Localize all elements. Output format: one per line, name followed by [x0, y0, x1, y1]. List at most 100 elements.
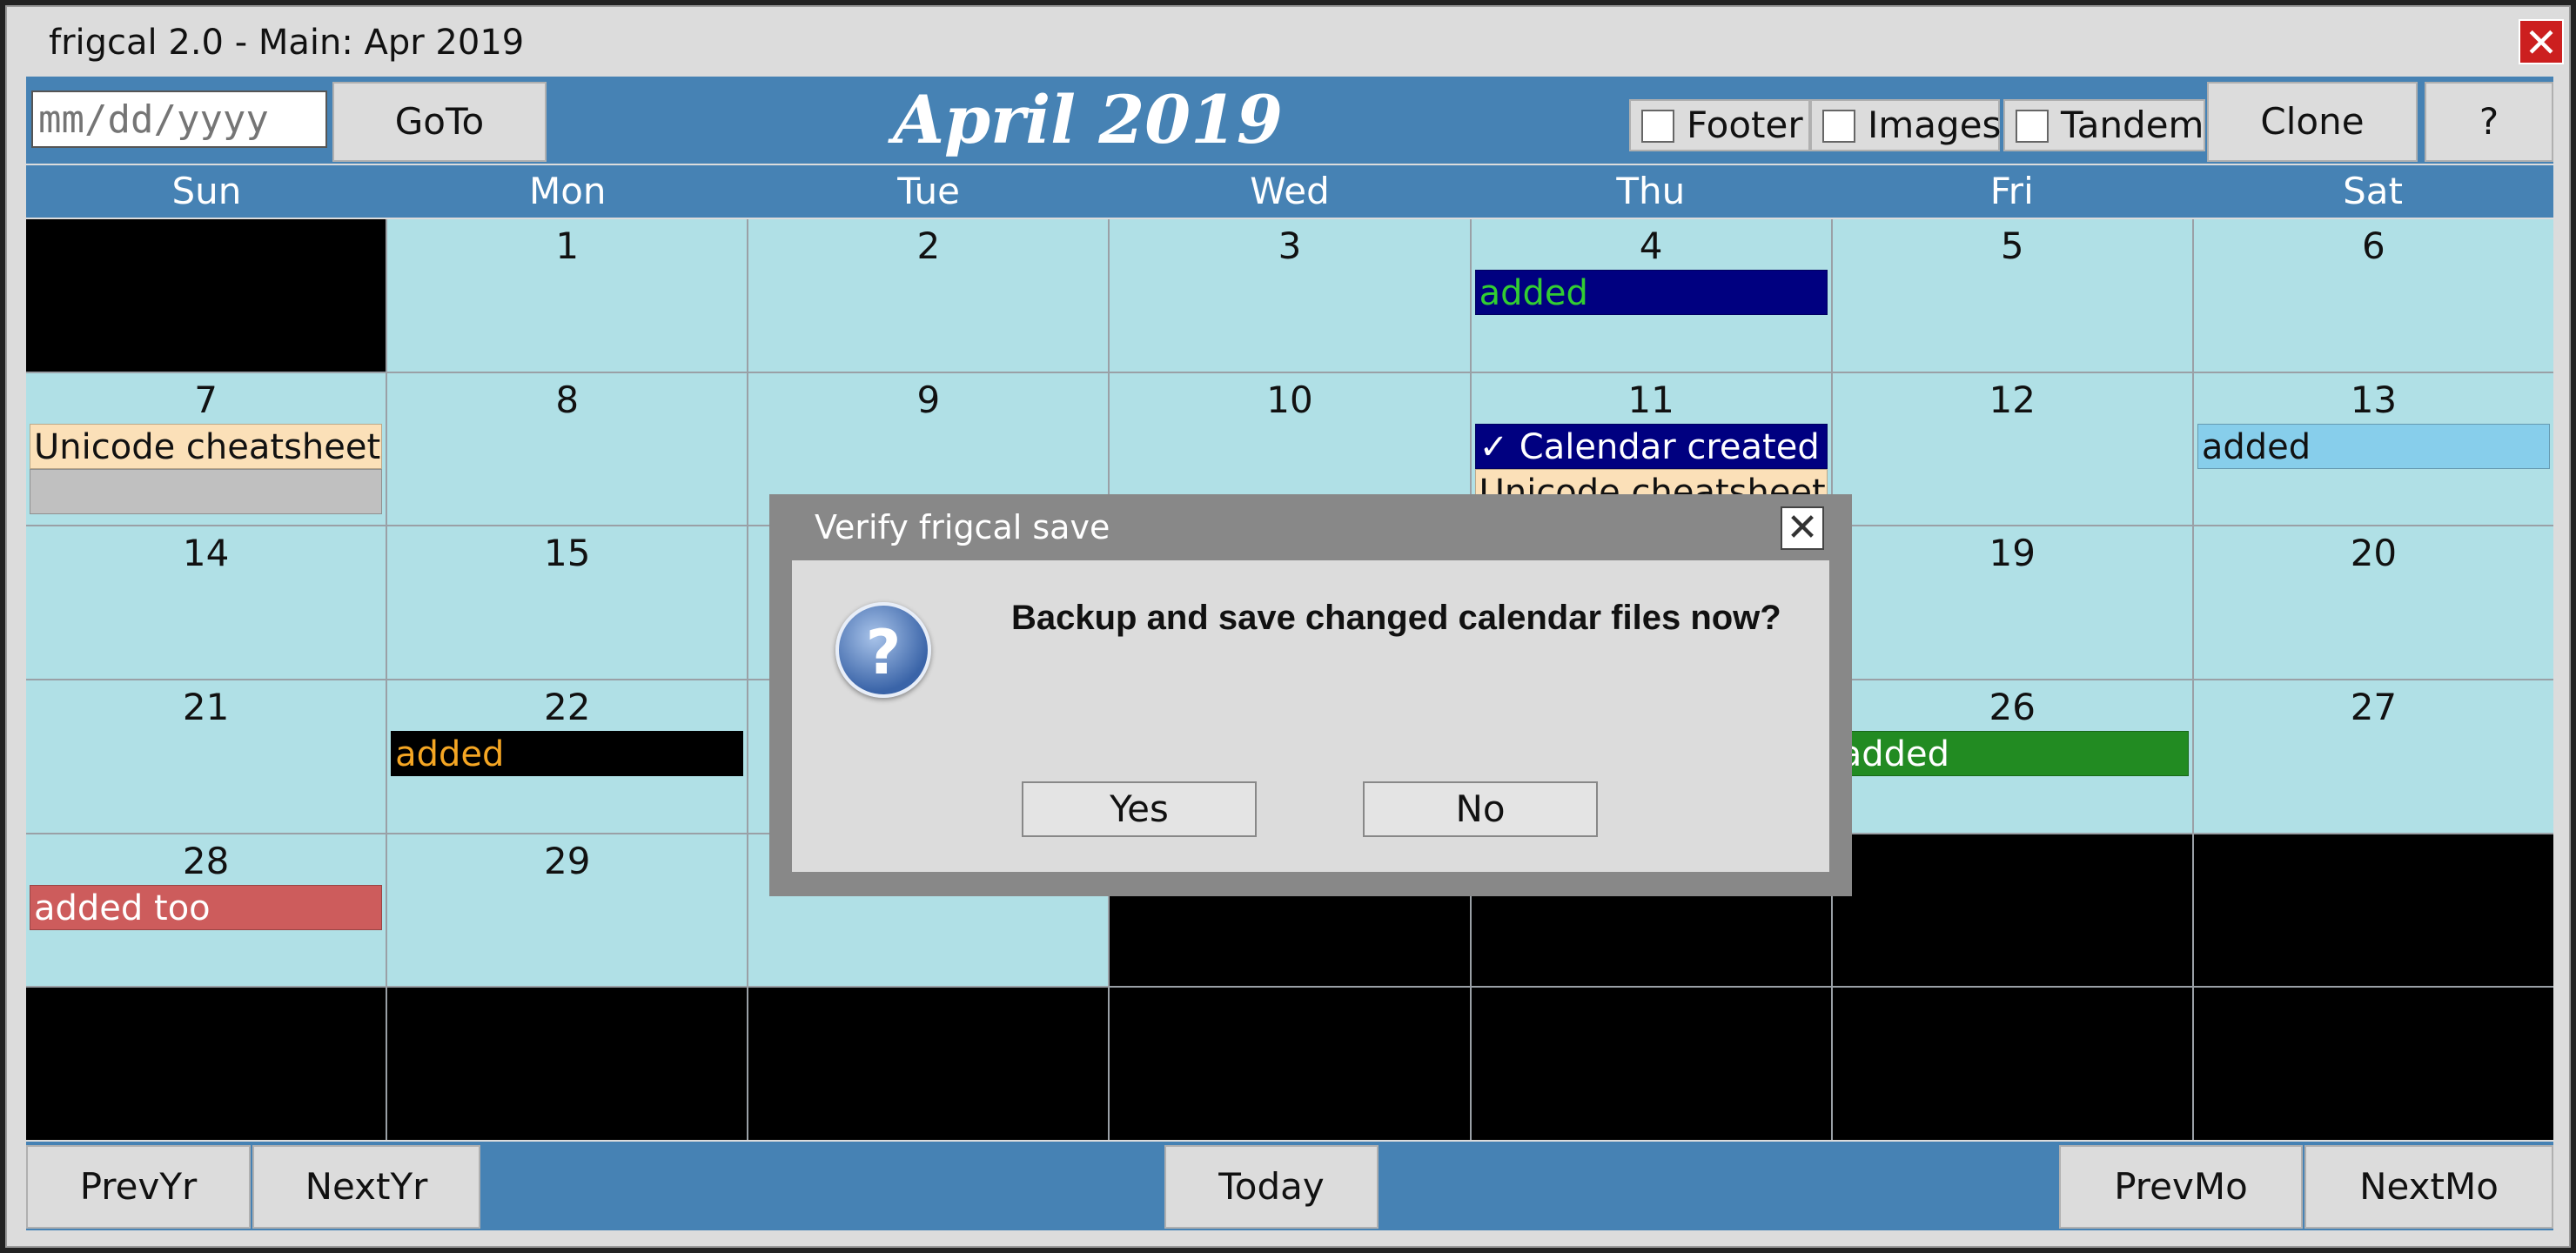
- footer-bar: PrevYr NextYr Today PrevMo NextMo: [26, 1142, 2553, 1230]
- day-number: 8: [555, 378, 580, 421]
- weekday-label: Thu: [1616, 170, 1686, 212]
- day-number: 10: [1266, 378, 1313, 421]
- dialog-title: Verify frigcal save: [815, 508, 1110, 546]
- calendar-event[interactable]: [30, 468, 383, 514]
- day-cell[interactable]: 2: [748, 219, 1109, 372]
- no-button[interactable]: No: [1363, 781, 1598, 837]
- calendar-event[interactable]: Unicode cheatsheet: [30, 423, 383, 469]
- day-cell[interactable]: 6: [2193, 219, 2553, 372]
- images-checkbox[interactable]: Images: [1810, 99, 2002, 151]
- empty-day-cell: [748, 988, 1109, 1140]
- empty-day-cell: [26, 219, 386, 372]
- month-title: April 2019: [893, 81, 1283, 158]
- day-number: 20: [2350, 532, 2398, 575]
- next-month-button[interactable]: NextMo: [2304, 1145, 2553, 1229]
- weekday-label: Fri: [1989, 170, 2034, 212]
- day-number: 14: [182, 532, 230, 575]
- calendar-event[interactable]: added: [391, 731, 744, 776]
- day-number: 22: [543, 686, 591, 728]
- weekday-label: Sat: [2343, 170, 2404, 212]
- day-cell[interactable]: 5: [1832, 219, 2192, 372]
- day-number: 15: [543, 532, 591, 575]
- tandem-checkbox-label: Tandem: [2061, 104, 2204, 146]
- day-cell[interactable]: 20: [2193, 526, 2553, 679]
- day-cell[interactable]: 15: [387, 526, 748, 679]
- footer-checkbox[interactable]: Footer: [1629, 99, 1810, 151]
- day-number: 26: [1989, 686, 2036, 728]
- day-number: 27: [2350, 686, 2398, 728]
- empty-day-cell: [2193, 988, 2553, 1140]
- title-bar: frigcal 2.0 - Main: Apr 2019 ✕: [7, 7, 2569, 77]
- weekday-label: Wed: [1250, 170, 1330, 212]
- day-number: 13: [2350, 378, 2398, 421]
- no-button-label: No: [1455, 787, 1506, 830]
- day-cell[interactable]: 14: [26, 526, 386, 679]
- window-close-button[interactable]: ✕: [2519, 19, 2564, 64]
- prev-month-button[interactable]: PrevMo: [2059, 1145, 2303, 1229]
- calendar-event[interactable]: added: [1835, 731, 2189, 776]
- clone-button[interactable]: Clone: [2207, 82, 2418, 162]
- help-button[interactable]: ?: [2425, 82, 2553, 162]
- prev-year-button[interactable]: PrevYr: [26, 1145, 251, 1229]
- day-number: 29: [543, 839, 591, 882]
- empty-day-cell: [387, 988, 748, 1140]
- day-cell[interactable]: 26 added: [1832, 680, 2192, 833]
- day-number: 2: [916, 224, 941, 267]
- calendar-event[interactable]: ✓ Calendar created: [1474, 423, 1828, 469]
- day-cell[interactable]: 28 added too: [26, 834, 386, 987]
- day-cell[interactable]: 22 added: [387, 680, 748, 833]
- calendar-event[interactable]: added: [2197, 423, 2550, 469]
- weekday-label: Sun: [171, 170, 242, 212]
- date-input[interactable]: [31, 90, 327, 148]
- weekday-label: Mon: [529, 170, 607, 212]
- checkbox-icon: [1822, 110, 1855, 143]
- calendar-event[interactable]: added too: [30, 884, 383, 930]
- day-cell[interactable]: 29: [387, 834, 748, 987]
- dialog-body: ? Backup and save changed calendar files…: [792, 560, 1829, 872]
- empty-day-cell: [1110, 988, 1470, 1140]
- day-number: 1: [555, 224, 580, 267]
- day-number: 21: [182, 686, 230, 728]
- yes-button[interactable]: Yes: [1022, 781, 1257, 837]
- empty-day-cell: [1832, 988, 2192, 1140]
- day-cell[interactable]: 7 Unicode cheatsheet: [26, 372, 386, 526]
- day-number: 9: [916, 378, 941, 421]
- images-checkbox-label: Images: [1868, 104, 2002, 146]
- next-year-button[interactable]: NextYr: [252, 1145, 480, 1229]
- checkbox-icon: [1641, 110, 1674, 143]
- yes-button-label: Yes: [1110, 787, 1169, 830]
- day-number: 3: [1278, 224, 1302, 267]
- empty-day-cell: [1471, 988, 1831, 1140]
- day-number: 7: [194, 378, 218, 421]
- dialog-message: Backup and save changed calendar files n…: [1011, 599, 1781, 637]
- day-number: 19: [1989, 532, 2036, 575]
- day-cell[interactable]: 21: [26, 680, 386, 833]
- day-cell[interactable]: 8: [387, 372, 748, 526]
- day-cell[interactable]: 4 added: [1471, 219, 1831, 372]
- day-number: 12: [1989, 378, 2036, 421]
- day-number: 5: [2000, 224, 2024, 267]
- day-cell[interactable]: 1: [387, 219, 748, 372]
- save-dialog: Verify frigcal save ✕ ? Backup and save …: [769, 494, 1852, 896]
- day-cell[interactable]: 19: [1832, 526, 2192, 679]
- question-icon: ?: [835, 602, 931, 698]
- footer-checkbox-label: Footer: [1687, 104, 1803, 146]
- goto-button[interactable]: GoTo: [332, 82, 547, 162]
- weekday-header: Sun Mon Tue Wed Thu Fri Sat: [26, 165, 2553, 218]
- day-cell[interactable]: 3: [1110, 219, 1470, 372]
- checkbox-icon: [2016, 110, 2049, 143]
- day-number: 6: [2362, 224, 2385, 267]
- today-button[interactable]: Today: [1164, 1145, 1379, 1229]
- empty-day-cell: [1832, 834, 2192, 987]
- day-cell[interactable]: 12: [1832, 372, 2192, 526]
- weekday-label: Tue: [897, 170, 961, 212]
- calendar-event[interactable]: added: [1474, 270, 1828, 315]
- day-cell[interactable]: 27: [2193, 680, 2553, 833]
- empty-day-cell: [2193, 834, 2553, 987]
- day-cell[interactable]: 13 added: [2193, 372, 2553, 526]
- dialog-close-button[interactable]: ✕: [1781, 506, 1824, 550]
- empty-day-cell: [26, 988, 386, 1140]
- tandem-checkbox[interactable]: Tandem: [2003, 99, 2205, 151]
- day-number: 11: [1627, 378, 1674, 421]
- toolbar: GoTo April 2019 Footer Images Tandem Clo…: [26, 77, 2553, 164]
